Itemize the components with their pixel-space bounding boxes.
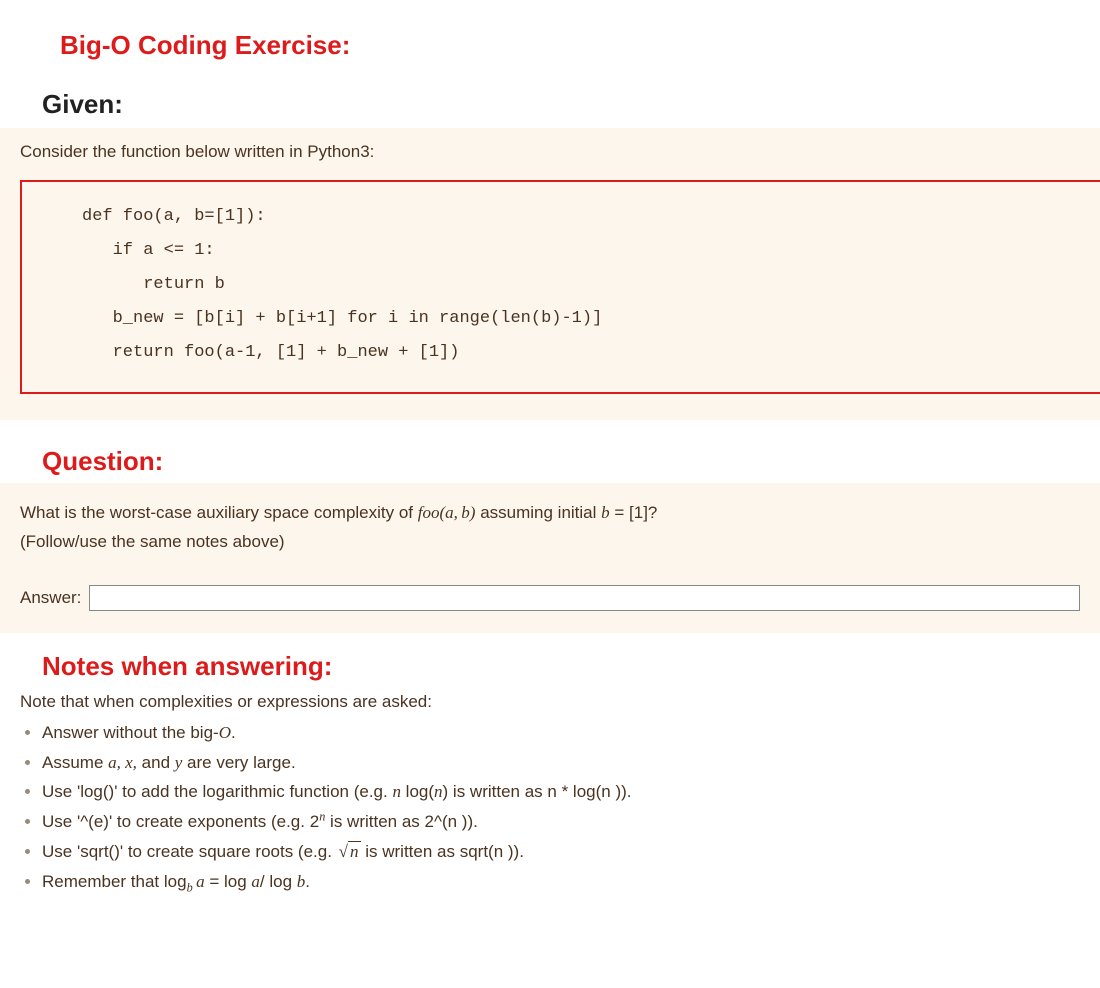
- notes-item-1b: O: [219, 723, 231, 742]
- notes-item-4a: Use '^(e)' to create exponents (e.g.: [42, 812, 310, 831]
- question-text: What is the worst-case auxiliary space c…: [20, 499, 1080, 557]
- notes-item-2a: Assume: [42, 753, 108, 772]
- notes-item-6bvar: b: [297, 872, 306, 891]
- notes-item-6end: .: [305, 872, 310, 891]
- notes-item-5b: is written as sqrt(n )).: [361, 842, 524, 861]
- notes-item-6eq: =: [205, 872, 224, 891]
- notes-item-6: Remember that logb a = log a/ log b.: [42, 867, 1080, 897]
- question-prefix: What is the worst-case auxiliary space c…: [20, 503, 418, 522]
- question-func: foo(a, b): [418, 503, 476, 522]
- notes-heading: Notes when answering:: [42, 651, 1100, 682]
- given-heading: Given:: [42, 89, 1100, 120]
- page-title: Big-O Coding Exercise:: [60, 30, 1100, 61]
- notes-item-5: Use 'sqrt()' to create square roots (e.g…: [42, 837, 1080, 867]
- notes-item-1a: Answer without the big-: [42, 723, 219, 742]
- notes-item-2vars: a, x,: [108, 753, 137, 772]
- code-block: def foo(a, b=[1]): if a <= 1: return b b…: [20, 180, 1100, 394]
- given-intro: Consider the function below written in P…: [20, 142, 1080, 162]
- notes-list: Answer without the big-O. Assume a, x, a…: [20, 718, 1080, 897]
- notes-item-2: Assume a, x, and y are very large.: [42, 748, 1080, 778]
- sqrt-icon: n: [337, 837, 361, 867]
- notes-item-6a: Remember that: [42, 872, 164, 891]
- notes-item-6log2: log: [224, 872, 251, 891]
- question-heading: Question:: [42, 446, 1100, 477]
- given-panel: Consider the function below written in P…: [0, 128, 1100, 420]
- notes-intro: Note that when complexities or expressio…: [20, 692, 1080, 712]
- notes-item-1: Answer without the big-O.: [42, 718, 1080, 748]
- notes-item-6avar: a: [196, 872, 205, 891]
- notes-item-3a: Use 'log()' to add the logarithmic funct…: [42, 782, 392, 801]
- answer-input[interactable]: [89, 585, 1080, 611]
- notes-item-3n2: n: [434, 782, 443, 801]
- question-cond-var: b: [601, 503, 610, 522]
- notes-item-1c: .: [231, 723, 236, 742]
- notes-item-3log: log(: [401, 782, 434, 801]
- answer-label: Answer:: [20, 588, 81, 608]
- notes-item-3: Use 'log()' to add the logarithmic funct…: [42, 777, 1080, 807]
- question-mid: assuming initial: [475, 503, 601, 522]
- question-suffix: ?: [648, 503, 657, 522]
- notes-item-3n: n: [392, 782, 401, 801]
- question-follow: (Follow/use the same notes above): [20, 532, 285, 551]
- notes-item-5arg: n: [348, 841, 361, 861]
- notes-item-6avar2: a: [251, 872, 260, 891]
- notes-item-5a: Use 'sqrt()' to create square roots (e.g…: [42, 842, 337, 861]
- question-panel: What is the worst-case auxiliary space c…: [0, 483, 1100, 633]
- notes-item-2b: are very large.: [182, 753, 295, 772]
- notes-item-6log: log: [164, 872, 187, 891]
- notes-item-4b: is written as 2^(n )).: [325, 812, 478, 831]
- notes-item-4base: 2: [310, 812, 319, 831]
- notes-item-6log3: log: [265, 872, 297, 891]
- notes-panel: Note that when complexities or expressio…: [0, 688, 1100, 907]
- notes-item-2mid: and: [137, 753, 175, 772]
- notes-item-4: Use '^(e)' to create exponents (e.g. 2n …: [42, 807, 1080, 837]
- notes-item-3b: is written as n * log(n )).: [448, 782, 631, 801]
- question-cond-val: [1]: [629, 503, 648, 522]
- question-cond-eq: =: [610, 503, 629, 522]
- answer-row: Answer:: [20, 585, 1080, 611]
